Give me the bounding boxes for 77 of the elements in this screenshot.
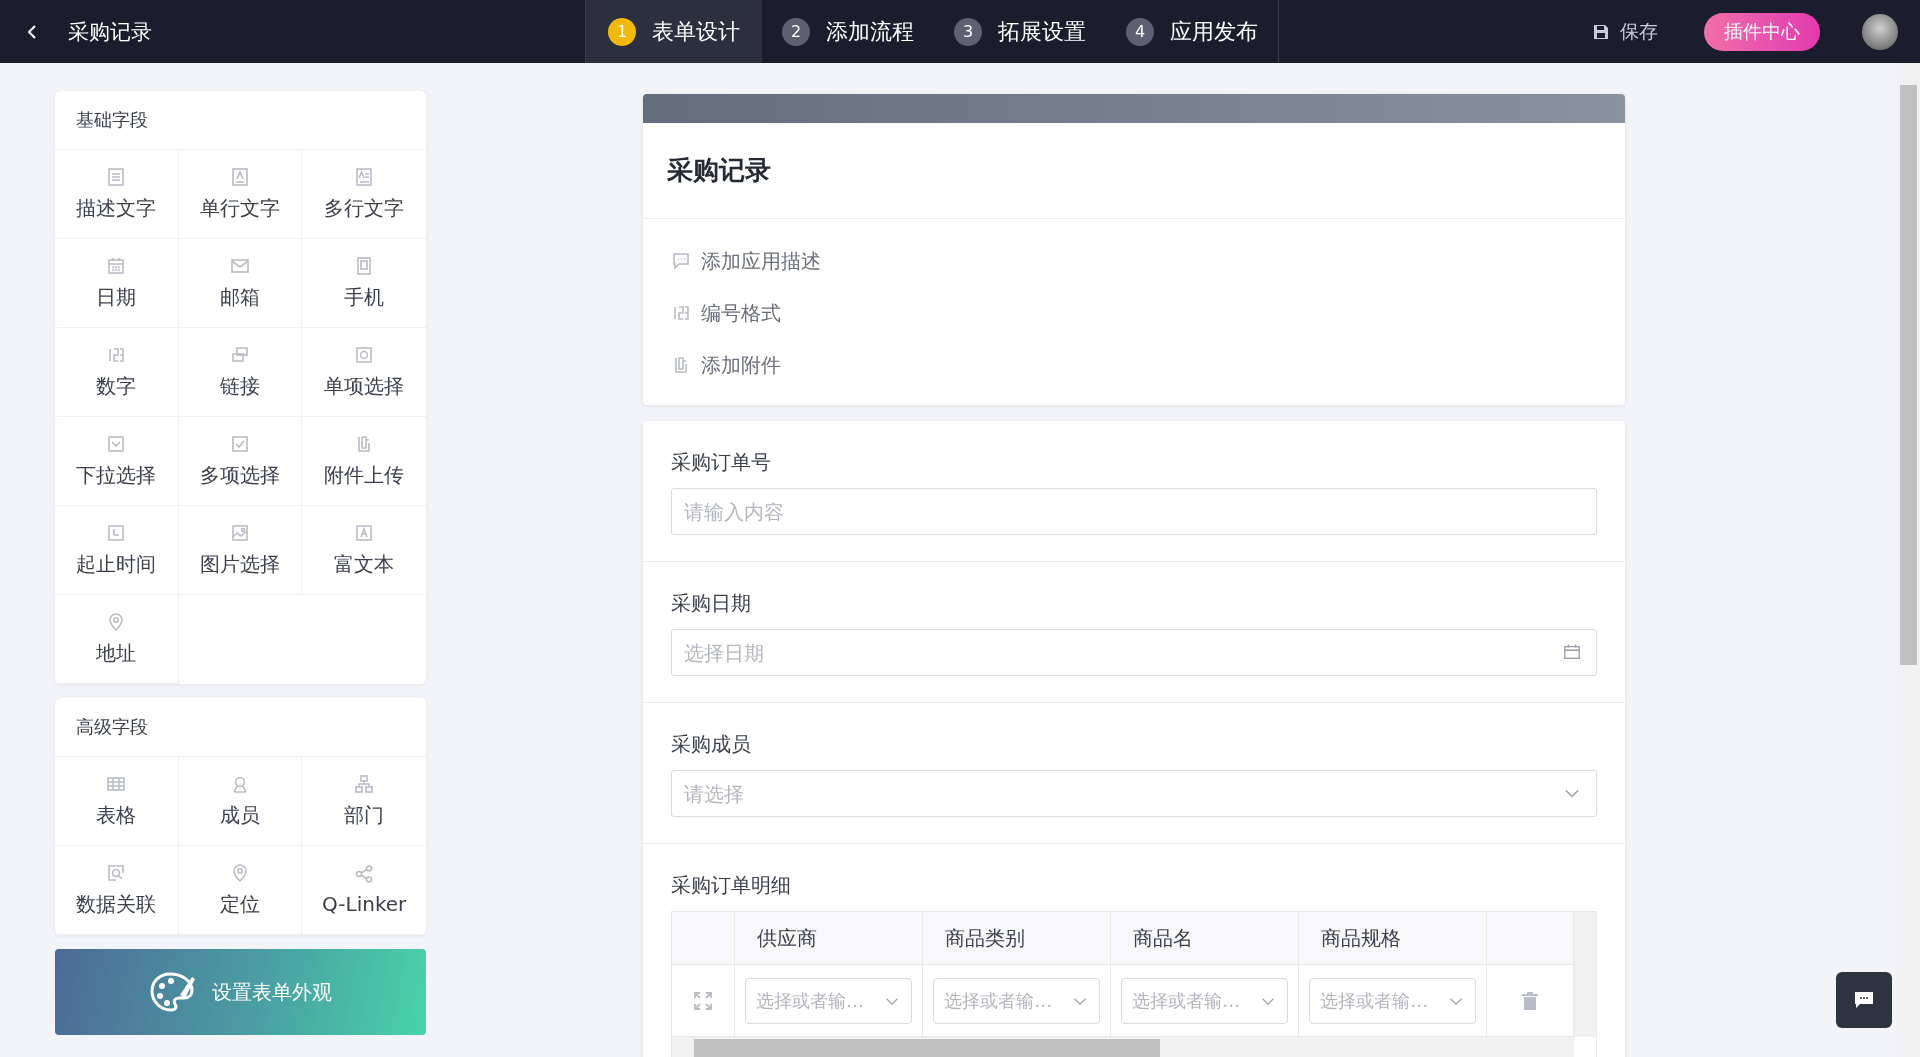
field-type-item[interactable]: 单项选择 xyxy=(302,328,426,417)
chat-button[interactable] xyxy=(1836,972,1892,1028)
field-label: 采购成员 xyxy=(671,731,752,758)
step-tab[interactable]: 2 添加流程 xyxy=(762,0,934,63)
save-button[interactable]: 保存 xyxy=(1586,17,1664,46)
field-label: 采购订单号 xyxy=(671,449,772,476)
field-label: 采购日期 xyxy=(671,590,752,617)
palette-icon xyxy=(149,971,196,1013)
section-title: 高级字段 xyxy=(55,698,426,757)
field-type-item[interactable]: 定位 xyxy=(178,846,303,935)
field-type-item[interactable]: 链接 xyxy=(178,328,303,417)
field-type-item[interactable]: 富文本 xyxy=(302,506,426,595)
org-chart-icon xyxy=(354,773,375,794)
field-type-item[interactable]: 手机 xyxy=(302,239,426,328)
text-box-icon xyxy=(354,166,375,187)
combo-field[interactable]: 选择或者输… xyxy=(933,977,1101,1024)
field-type-item[interactable]: 附件上传 xyxy=(302,417,426,506)
field-type-item[interactable]: Q-Linker xyxy=(302,846,426,935)
column-header: 商品规格 xyxy=(1299,912,1488,965)
column-header: 商品类别 xyxy=(923,912,1112,965)
field-type-item[interactable]: 地址 xyxy=(55,595,179,684)
field-type-item[interactable]: 起止时间 xyxy=(55,506,179,595)
share-icon xyxy=(354,864,375,884)
field-type-item[interactable]: 表格 xyxy=(55,757,179,846)
form-title: 采购记录 xyxy=(643,123,1625,219)
field-type-item[interactable]: 日期 xyxy=(55,239,179,328)
checkbox-icon xyxy=(230,433,250,454)
field-type-item[interactable]: 多行文字 xyxy=(302,150,426,239)
back-icon[interactable] xyxy=(26,22,38,41)
save-icon xyxy=(1592,22,1610,41)
table-vertical-scrollbar[interactable] xyxy=(1574,912,1596,1037)
chat-icon xyxy=(1854,991,1874,1009)
column-header: 供应商 xyxy=(734,912,924,965)
field-type-item[interactable]: 多项选择 xyxy=(178,417,303,506)
combo-field[interactable]: 选择或者输… xyxy=(745,977,913,1024)
field-type-item[interactable]: 成员 xyxy=(178,757,303,846)
step-tab[interactable]: 3 拓展设置 xyxy=(934,0,1106,63)
field-type-item[interactable]: 下拉选择 xyxy=(55,417,179,506)
location-pin-icon xyxy=(230,862,250,883)
trash-icon[interactable] xyxy=(1521,990,1540,1011)
image-icon xyxy=(230,522,250,543)
expand-icon[interactable] xyxy=(693,990,713,1011)
page-scrollbar[interactable] xyxy=(1897,63,1920,1057)
field-type-item[interactable]: 部门 xyxy=(302,757,426,846)
field-type-item[interactable]: 描述文字 xyxy=(55,150,179,239)
combo-field[interactable]: 选择或者输… xyxy=(1309,977,1477,1024)
dropdown-icon xyxy=(106,433,127,454)
radio-icon xyxy=(354,344,375,365)
document-icon xyxy=(106,166,127,187)
field-label: 采购订单明细 xyxy=(671,872,792,899)
field-type-item[interactable]: 数字 xyxy=(55,328,179,417)
calendar-icon xyxy=(106,255,127,276)
combo-field[interactable]: 选择或者输… xyxy=(1121,977,1289,1024)
text-box-icon xyxy=(230,166,250,187)
column-header: 商品名 xyxy=(1111,912,1300,965)
search-document-icon xyxy=(106,862,127,883)
app-title: 采购记录 xyxy=(68,18,152,46)
link-icon xyxy=(230,344,250,365)
field-type-item[interactable]: 图片选择 xyxy=(178,506,303,595)
text-box-icon xyxy=(354,522,375,543)
form-option-link[interactable]: 添加附件 xyxy=(671,339,1597,391)
form-option-link[interactable]: 编号格式 xyxy=(671,287,1597,339)
section-title: 基础字段 xyxy=(55,91,426,150)
date-picker-field[interactable]: 选择日期 xyxy=(671,629,1597,676)
calendar-icon xyxy=(1563,643,1581,661)
select-field[interactable]: 请选择 xyxy=(671,770,1597,817)
comment-icon xyxy=(671,251,691,271)
step-tab[interactable]: 4 应用发布 xyxy=(1106,0,1278,63)
table-horizontal-scrollbar[interactable] xyxy=(672,1037,1574,1057)
form-option-link[interactable]: 添加应用描述 xyxy=(671,235,1597,287)
field-type-item[interactable]: 数据关联 xyxy=(55,846,179,935)
field-type-item[interactable]: 单行文字 xyxy=(178,150,303,239)
avatar[interactable] xyxy=(1862,13,1898,50)
step-tab[interactable]: 1 表单设计 xyxy=(586,0,762,63)
text-input[interactable]: 请输入内容 xyxy=(671,488,1597,535)
field-type-item[interactable]: 邮箱 xyxy=(178,239,303,328)
number-icon xyxy=(671,303,691,323)
